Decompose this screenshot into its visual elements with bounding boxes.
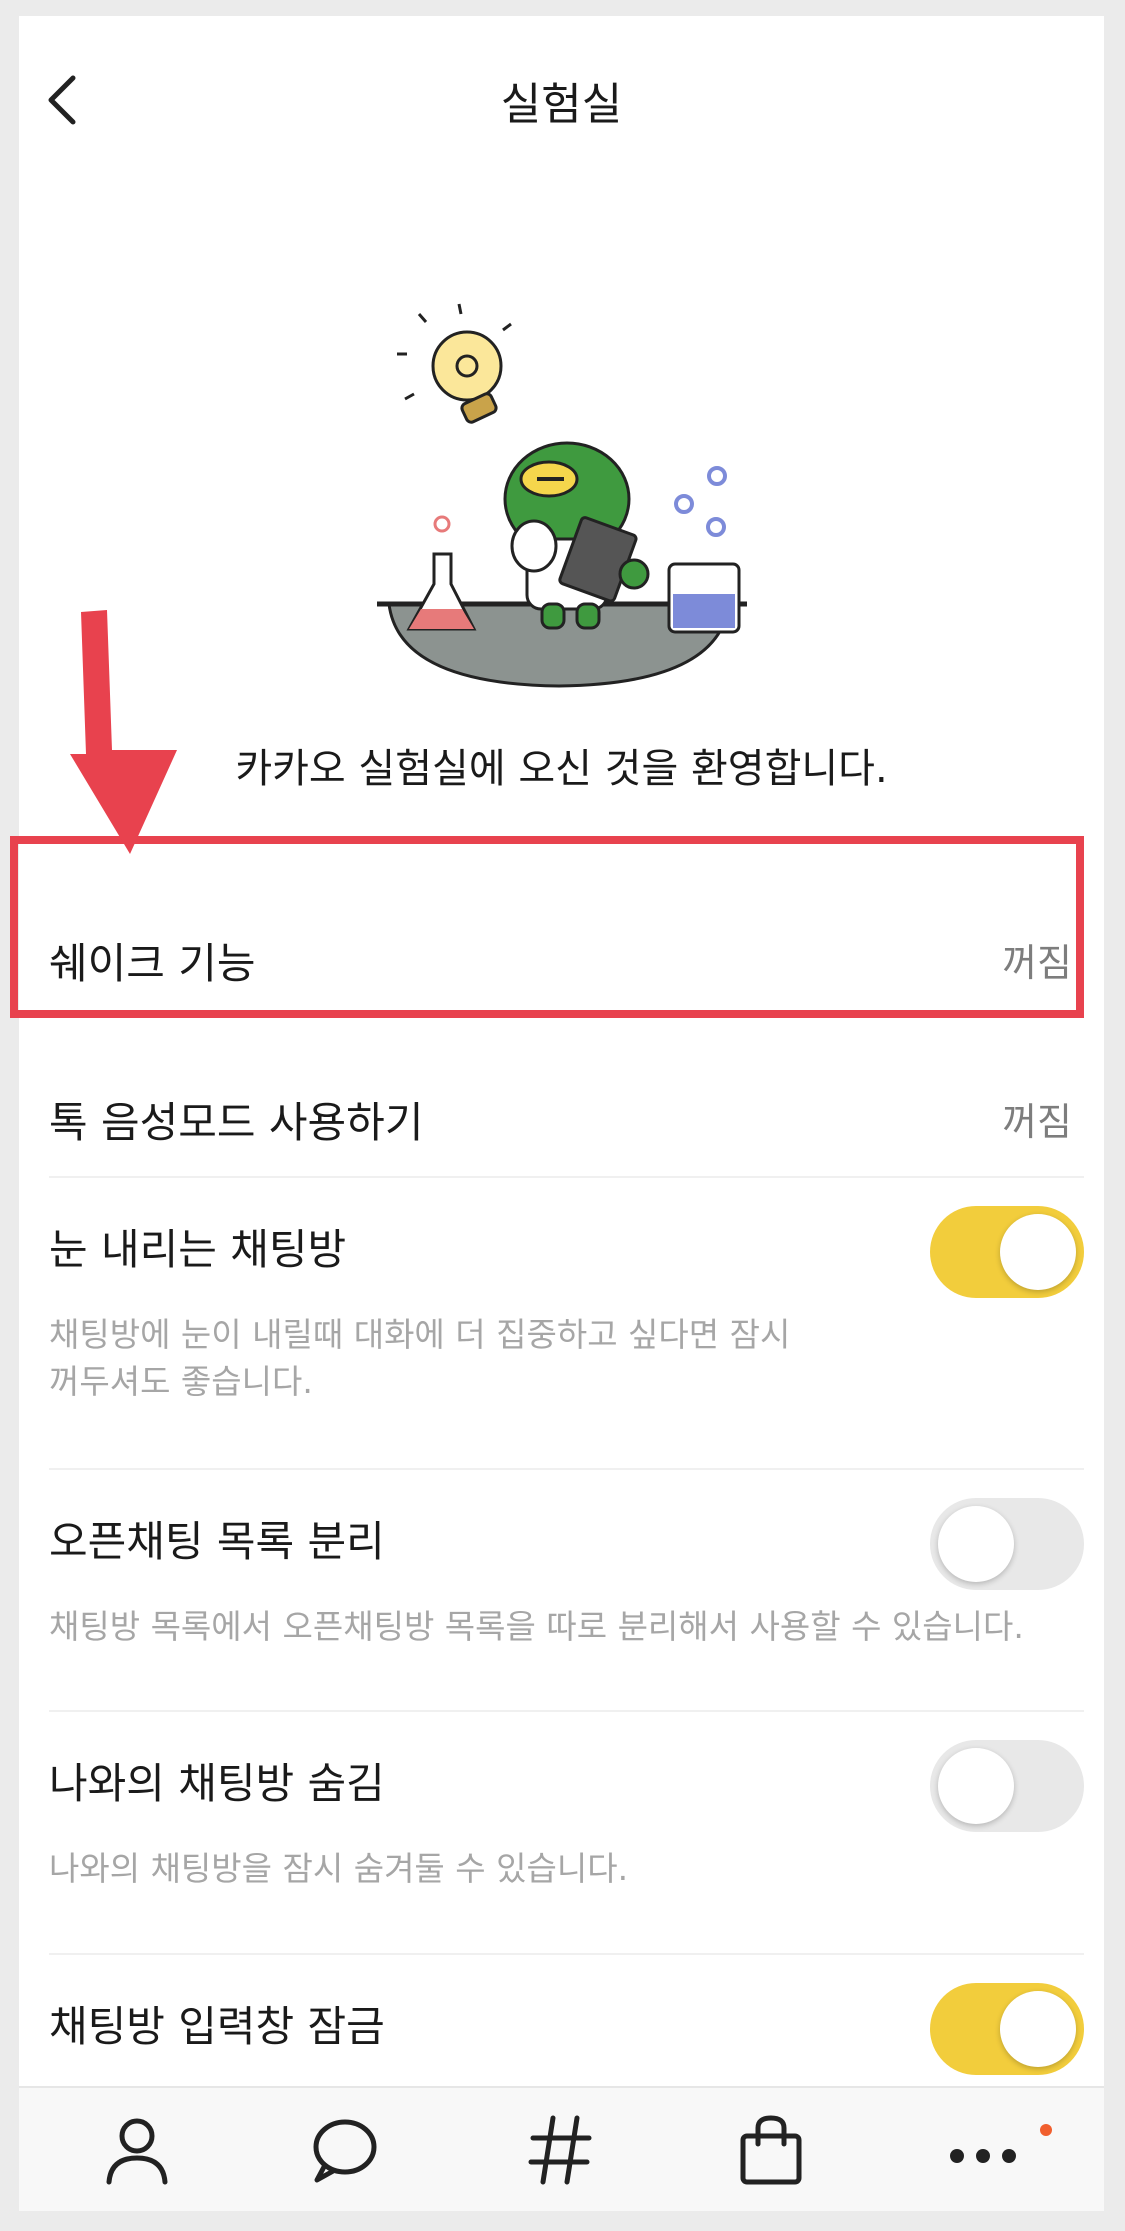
setting-row-voice-mode[interactable]: 톡 음성모드 사용하기 꺼짐	[49, 1061, 1084, 1171]
arrow-down-icon	[70, 610, 177, 854]
setting-description: 채팅방 목록에서 오픈채팅방 목록을 따로 분리해서 사용할 수 있습니다.	[49, 1607, 1024, 1646]
toggle-knob	[938, 1506, 1014, 1582]
divider	[49, 1953, 1084, 1955]
notification-dot	[1040, 2124, 1052, 2136]
hide-self-chat-toggle[interactable]	[930, 1740, 1084, 1832]
description-line: 꺼두셔도 좋습니다.	[49, 1362, 313, 1401]
setting-row-input-lock: 채팅방 입력창 잠금	[49, 1983, 1084, 2083]
more-icon	[950, 2149, 1016, 2163]
tab-chats[interactable]	[303, 2110, 383, 2190]
setting-label: 채팅방 입력창 잠금	[49, 2002, 385, 2051]
page-title: 실험실	[500, 79, 623, 130]
setting-label: 오픈채팅 목록 분리	[49, 1517, 385, 1566]
tab-shopping[interactable]	[731, 2110, 811, 2190]
divider	[49, 1176, 1084, 1178]
highlight-box	[10, 836, 1084, 1018]
open-chat-toggle[interactable]	[930, 1498, 1084, 1590]
toggle-knob	[1000, 1991, 1076, 2067]
lab-character-illustration	[377, 303, 747, 688]
divider	[49, 1468, 1084, 1470]
hashtag-icon	[528, 2115, 592, 2185]
setting-description: 나와의 채팅방을 잠시 숨겨둘 수 있습니다.	[49, 1849, 629, 1888]
setting-row-hide-self-chat: 나와의 채팅방 숨김 나와의 채팅방을 잠시 숨겨둘 수 있습니다.	[49, 1740, 1084, 1930]
setting-label: 나와의 채팅방 숨김	[49, 1759, 385, 1808]
divider	[49, 1710, 1084, 1712]
bottom-tab-bar	[19, 2086, 1104, 2211]
setting-description: 채팅방에 눈이 내릴때 대화에 더 집중하고 싶다면 잠시 꺼두셔도 좋습니다.	[49, 1311, 1079, 1405]
tab-friends[interactable]	[97, 2110, 177, 2190]
setting-status: 꺼짐	[1002, 1100, 1072, 1144]
chats-icon	[313, 2119, 377, 2183]
tab-more[interactable]	[943, 2110, 1023, 2190]
snow-toggle[interactable]	[930, 1206, 1084, 1298]
setting-row-open-chat: 오픈채팅 목록 분리 채팅방 목록에서 오픈채팅방 목록을 따로 분리해서 사용…	[49, 1498, 1084, 1688]
lab-screen: 실험실 카카오 실험실에 오신 것을 환영합니다. 쉐이크 기능 꺼짐 톡 음성…	[19, 16, 1104, 2211]
input-lock-toggle[interactable]	[930, 1983, 1084, 2075]
shopping-bag-icon	[740, 2115, 802, 2185]
tab-open-chat[interactable]	[521, 2110, 601, 2190]
description-line: 채팅방에 눈이 내릴때 대화에 더 집중하고 싶다면 잠시	[49, 1315, 791, 1354]
friends-icon	[106, 2118, 168, 2185]
toggle-knob	[1000, 1214, 1076, 1290]
setting-row-snow: 눈 내리는 채팅방 채팅방에 눈이 내릴때 대화에 더 집중하고 싶다면 잠시 …	[49, 1206, 1084, 1456]
toggle-knob	[938, 1748, 1014, 1824]
setting-label: 톡 음성모드 사용하기	[49, 1098, 424, 1147]
header: 실험실	[19, 16, 1104, 176]
setting-label: 눈 내리는 채팅방	[49, 1225, 347, 1274]
